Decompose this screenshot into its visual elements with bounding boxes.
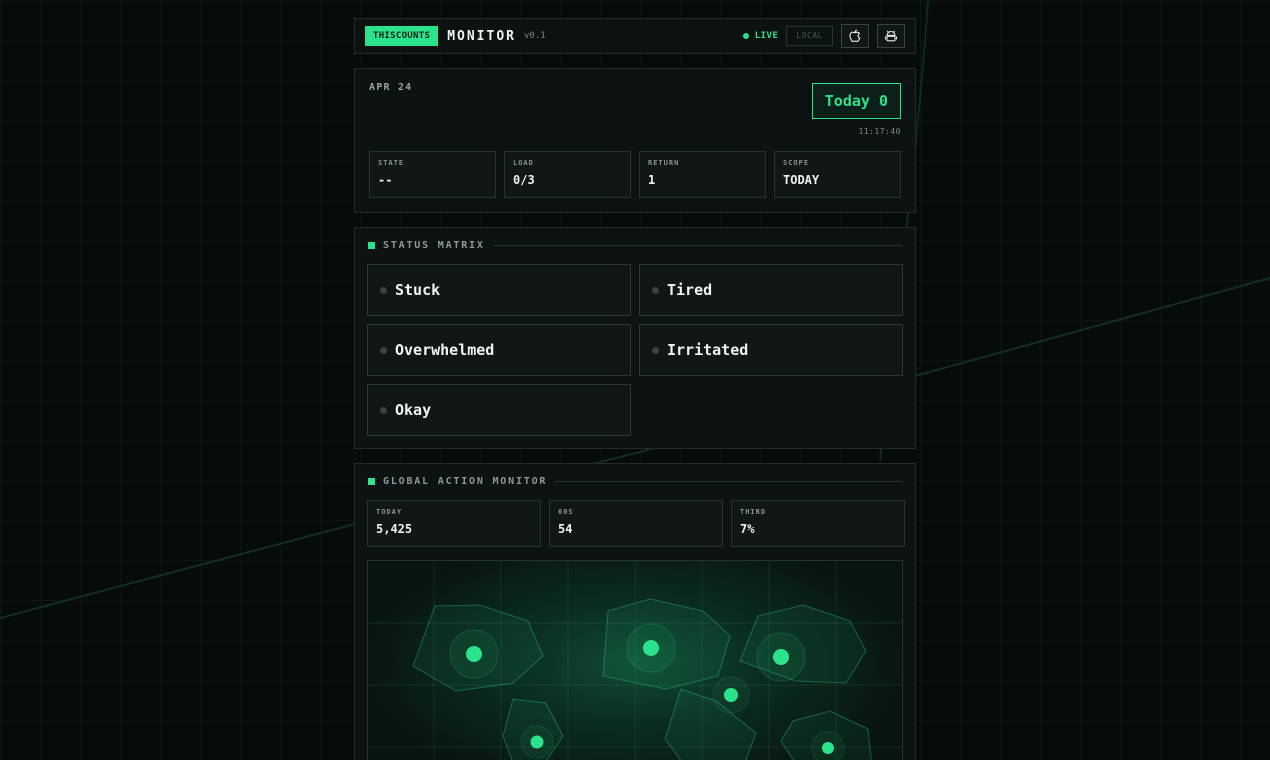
map-graphic bbox=[368, 561, 902, 760]
stat-label: LOAD bbox=[513, 159, 534, 167]
activity-point bbox=[466, 646, 482, 662]
android-icon bbox=[884, 30, 898, 42]
section-marker-icon bbox=[368, 241, 375, 249]
status-option-tired[interactable]: Tired bbox=[639, 264, 903, 316]
android-button[interactable] bbox=[877, 24, 905, 48]
status-option-stuck[interactable]: Stuck bbox=[367, 264, 631, 316]
stat-label: 60S bbox=[558, 508, 574, 516]
stat-label: STATE bbox=[378, 159, 405, 167]
date-label: APR 24 bbox=[369, 82, 413, 93]
global-stat-60s: 60S 54 bbox=[549, 500, 723, 547]
app-title: MONITOR bbox=[447, 28, 516, 44]
map-regions bbox=[412, 598, 872, 760]
status-dot-icon bbox=[380, 286, 387, 294]
divider bbox=[555, 480, 902, 482]
global-action-monitor-panel: GLOBAL ACTION MONITOR TODAY 5,425 60S 54… bbox=[354, 463, 916, 760]
section-title: GLOBAL ACTION MONITOR bbox=[383, 475, 548, 487]
section-header: STATUS MATRIX bbox=[368, 239, 902, 251]
stat-return: RETURN 1 bbox=[639, 151, 766, 198]
stat-value: 5,425 bbox=[376, 522, 413, 536]
section-header: GLOBAL ACTION MONITOR bbox=[368, 475, 902, 487]
clock-time: 11:17:40 bbox=[858, 127, 901, 136]
activity-point bbox=[530, 735, 544, 749]
status-dot-icon bbox=[652, 286, 659, 294]
status-matrix-panel: STATUS MATRIX Stuck Tired Overwhelmed Ir… bbox=[354, 227, 916, 449]
stat-value: TODAY bbox=[783, 173, 820, 187]
status-option-overwhelmed[interactable]: Overwhelmed bbox=[367, 324, 631, 376]
local-button[interactable]: LOCAL bbox=[786, 26, 833, 46]
status-dot-icon bbox=[380, 406, 387, 414]
stat-value: -- bbox=[378, 173, 393, 187]
activity-point bbox=[724, 688, 738, 702]
activity-point bbox=[773, 649, 789, 665]
activity-map[interactable] bbox=[367, 560, 903, 760]
stat-label: RETURN bbox=[648, 159, 680, 167]
global-stat-third: THIRD 7% bbox=[731, 500, 905, 547]
apple-icon bbox=[849, 29, 861, 43]
top-bar: THISCOUNTS MONITOR v0.1 LIVE LOCAL bbox=[354, 18, 916, 54]
stat-label: TODAY bbox=[376, 508, 403, 516]
status-label: Overwhelmed bbox=[395, 341, 495, 359]
map-region bbox=[739, 604, 867, 684]
stat-label: SCOPE bbox=[783, 159, 810, 167]
status-option-okay[interactable]: Okay bbox=[367, 384, 631, 436]
brand-badge: THISCOUNTS bbox=[365, 26, 439, 46]
stat-state: STATE -- bbox=[369, 151, 496, 198]
status-matrix: Stuck Tired Overwhelmed Irritated Okay bbox=[367, 264, 903, 436]
activity-point bbox=[643, 640, 659, 656]
stat-value: 54 bbox=[558, 522, 573, 536]
today-panel: APR 24 Today 0 11:17:40 STATE -- LOAD 0/… bbox=[354, 68, 916, 213]
divider bbox=[492, 244, 902, 246]
status-dot-icon bbox=[652, 346, 659, 354]
stat-scope: SCOPE TODAY bbox=[774, 151, 901, 198]
section-marker-icon bbox=[368, 477, 375, 485]
app-version: v0.1 bbox=[523, 31, 546, 41]
apple-button[interactable] bbox=[841, 24, 869, 48]
stat-value: 7% bbox=[740, 522, 755, 536]
live-indicator-icon bbox=[742, 33, 749, 39]
stat-label: THIRD bbox=[740, 508, 767, 516]
status-dot-icon bbox=[380, 346, 387, 354]
status-label: Tired bbox=[667, 281, 713, 299]
today-count-badge[interactable]: Today 0 bbox=[811, 83, 901, 119]
live-label: LIVE bbox=[754, 31, 779, 41]
section-title: STATUS MATRIX bbox=[383, 239, 485, 251]
status-label: Stuck bbox=[395, 281, 441, 299]
status-label: Irritated bbox=[667, 341, 749, 359]
today-stats: STATE -- LOAD 0/3 RETURN 1 SCOPE TODAY bbox=[369, 151, 901, 198]
global-stat-today: TODAY 5,425 bbox=[367, 500, 541, 547]
status-option-irritated[interactable]: Irritated bbox=[639, 324, 903, 376]
activity-point bbox=[822, 742, 834, 754]
stat-value: 1 bbox=[648, 173, 656, 187]
stat-value: 0/3 bbox=[513, 173, 535, 187]
status-label: Okay bbox=[395, 401, 432, 419]
stat-load: LOAD 0/3 bbox=[504, 151, 631, 198]
global-stats: TODAY 5,425 60S 54 THIRD 7% bbox=[367, 500, 905, 547]
